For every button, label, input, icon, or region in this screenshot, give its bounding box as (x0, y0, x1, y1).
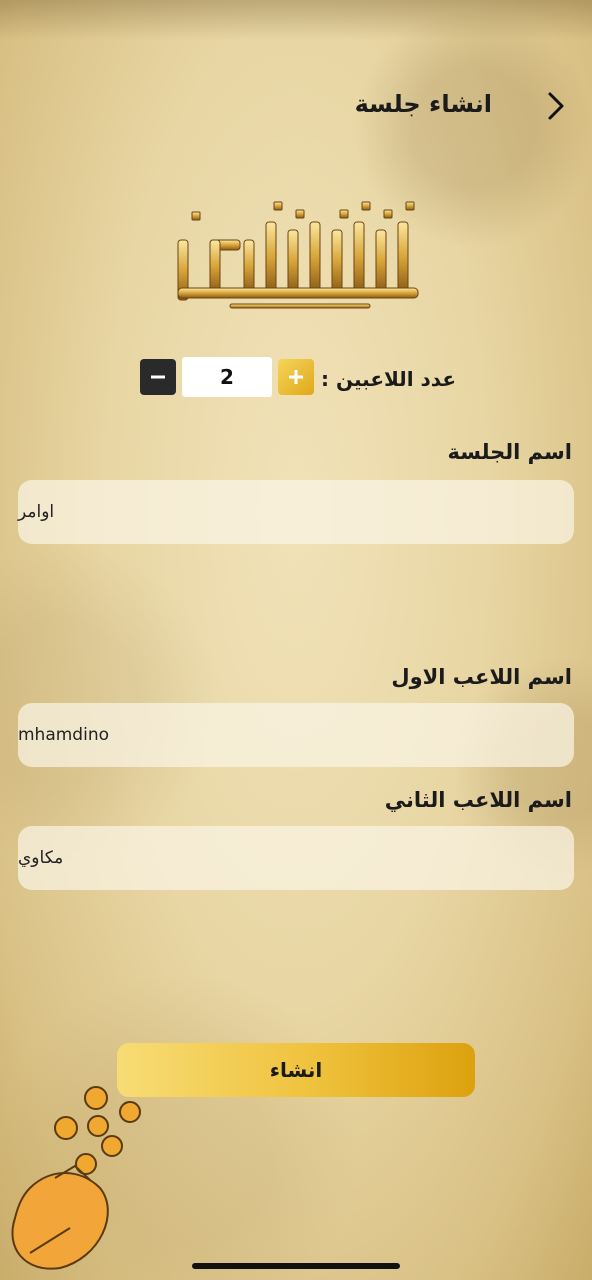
page-title: انشاء جلسة (354, 90, 492, 118)
session-name-input[interactable]: اوامر (18, 480, 574, 544)
session-name-label: اسم الجلسة (447, 440, 572, 464)
decrement-button[interactable] (140, 359, 176, 395)
app-logo (177, 201, 419, 309)
create-button[interactable]: انشاء (117, 1043, 475, 1097)
increment-button[interactable] (278, 359, 314, 395)
header: انشاء جلسة (0, 82, 592, 132)
players-count-input[interactable]: 2 (182, 357, 272, 397)
chevron-right-icon (548, 92, 564, 120)
top-decoration (0, 0, 592, 40)
back-button[interactable] (538, 88, 574, 124)
players-count-label: عدد اللاعبين : (321, 367, 456, 391)
player1-name-label: اسم اللاعب الاول (391, 665, 572, 689)
coin-bag-illustration (11, 1086, 141, 1270)
plus-icon (289, 370, 303, 384)
player2-name-label: اسم اللاعب الثاني (384, 788, 572, 812)
player1-name-input[interactable]: mhamdino (18, 703, 574, 767)
players-count-row: عدد اللاعبين : 2 (0, 357, 592, 397)
minus-icon (151, 375, 165, 379)
home-indicator (192, 1263, 400, 1269)
player2-name-input[interactable]: مكاوي (18, 826, 574, 890)
